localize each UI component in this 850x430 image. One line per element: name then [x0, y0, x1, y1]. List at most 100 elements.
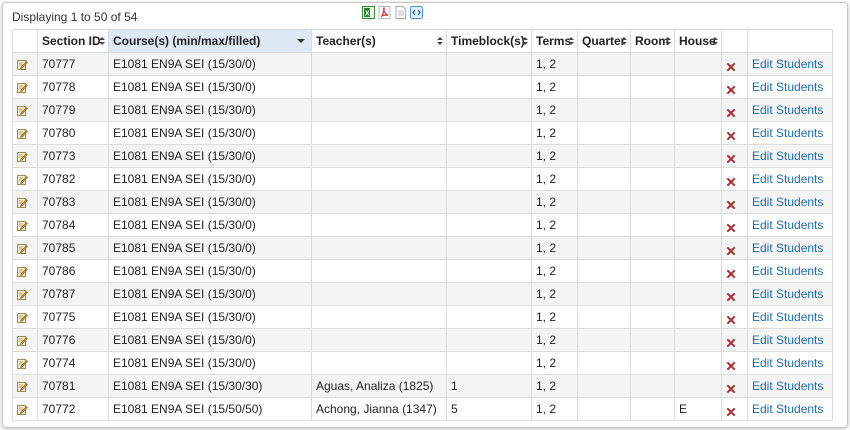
header-terms[interactable]: Terms	[531, 29, 578, 53]
edit-icon[interactable]	[17, 220, 28, 232]
edit-row-cell[interactable]	[12, 144, 38, 168]
header-quarter[interactable]: Quarter	[577, 29, 631, 53]
edit-students-link[interactable]: Edit Students	[752, 103, 823, 117]
edit-icon[interactable]	[17, 105, 28, 117]
delete-cell[interactable]	[721, 236, 748, 260]
edit-icon[interactable]	[17, 82, 28, 94]
edit-students-link[interactable]: Edit Students	[752, 57, 823, 71]
delete-icon[interactable]	[726, 130, 736, 141]
edit-icon[interactable]	[17, 289, 28, 301]
delete-icon[interactable]	[726, 84, 736, 95]
edit-icon[interactable]	[17, 197, 28, 209]
header-house[interactable]: House	[674, 29, 722, 53]
delete-cell[interactable]	[721, 190, 748, 214]
edit-students-link[interactable]: Edit Students	[752, 195, 823, 209]
delete-cell[interactable]	[721, 213, 748, 237]
delete-icon[interactable]	[726, 291, 736, 302]
edit-icon[interactable]	[17, 312, 28, 324]
delete-icon[interactable]	[726, 107, 736, 118]
delete-icon[interactable]	[726, 222, 736, 233]
delete-icon[interactable]	[726, 268, 736, 279]
delete-cell[interactable]	[721, 52, 748, 76]
excel-export-icon[interactable]: X	[362, 6, 375, 19]
edit-row-cell[interactable]	[12, 397, 38, 421]
delete-icon[interactable]	[726, 61, 736, 72]
edit-row-cell[interactable]	[12, 213, 38, 237]
edit-icon[interactable]	[17, 335, 28, 347]
edit-icon[interactable]	[17, 381, 28, 393]
delete-cell[interactable]	[721, 259, 748, 283]
delete-icon[interactable]	[726, 199, 736, 210]
table-row: 70772 E1081 EN9A SEI (15/50/50) Achong, Ji…	[12, 397, 833, 421]
edit-students-link[interactable]: Edit Students	[752, 218, 823, 232]
edit-row-cell[interactable]	[12, 282, 38, 306]
edit-students-link[interactable]: Edit Students	[752, 264, 823, 278]
delete-cell[interactable]	[721, 328, 748, 352]
header-section-id[interactable]: Section ID	[37, 29, 109, 53]
header-room[interactable]: Room	[630, 29, 675, 53]
delete-cell[interactable]	[721, 144, 748, 168]
edit-students-link[interactable]: Edit Students	[752, 149, 823, 163]
edit-row-cell[interactable]	[12, 167, 38, 191]
cell-room	[630, 259, 675, 283]
delete-cell[interactable]	[721, 374, 748, 398]
header-teachers[interactable]: Teacher(s)	[311, 29, 447, 53]
edit-icon[interactable]	[17, 128, 28, 140]
delete-icon[interactable]	[726, 337, 736, 348]
edit-row-cell[interactable]	[12, 236, 38, 260]
delete-cell[interactable]	[721, 305, 748, 329]
xml-export-icon[interactable]	[410, 6, 423, 19]
cell-terms: 1, 2	[531, 397, 578, 421]
sort-desc-icon	[297, 39, 305, 43]
delete-cell[interactable]	[721, 282, 748, 306]
edit-row-cell[interactable]	[12, 259, 38, 283]
delete-icon[interactable]	[726, 245, 736, 256]
delete-cell[interactable]	[721, 98, 748, 122]
table-row: 70777 E1081 EN9A SEI (15/30/0) 1, 2 Edit St…	[12, 52, 833, 76]
edit-icon[interactable]	[17, 59, 28, 71]
edit-students-link[interactable]: Edit Students	[752, 356, 823, 370]
edit-row-cell[interactable]	[12, 190, 38, 214]
edit-icon[interactable]	[17, 151, 28, 163]
delete-cell[interactable]	[721, 397, 748, 421]
edit-icon[interactable]	[17, 243, 28, 255]
edit-row-cell[interactable]	[12, 328, 38, 352]
pdf-export-icon[interactable]	[378, 6, 391, 19]
header-timeblock[interactable]: Timeblock(s)	[446, 29, 532, 53]
edit-students-link[interactable]: Edit Students	[752, 333, 823, 347]
edit-row-cell[interactable]	[12, 75, 38, 99]
edit-icon[interactable]	[17, 358, 28, 370]
delete-cell[interactable]	[721, 121, 748, 145]
edit-students-link[interactable]: Edit Students	[752, 241, 823, 255]
delete-cell[interactable]	[721, 75, 748, 99]
delete-icon[interactable]	[726, 406, 736, 417]
edit-students-link[interactable]: Edit Students	[752, 126, 823, 140]
cell-timeblock	[446, 282, 532, 306]
edit-students-link[interactable]: Edit Students	[752, 310, 823, 324]
edit-row-cell[interactable]	[12, 305, 38, 329]
edit-students-link[interactable]: Edit Students	[752, 172, 823, 186]
edit-icon[interactable]	[17, 174, 28, 186]
text-export-icon[interactable]	[394, 6, 407, 19]
header-courses[interactable]: Course(s) (min/max/filled)	[108, 29, 312, 53]
edit-row-cell[interactable]	[12, 374, 38, 398]
delete-cell[interactable]	[721, 167, 748, 191]
delete-icon[interactable]	[726, 360, 736, 371]
cell-terms: 1, 2	[531, 167, 578, 191]
edit-students-link[interactable]: Edit Students	[752, 287, 823, 301]
cell-course: E1081 EN9A SEI (15/30/0)	[108, 98, 312, 122]
edit-icon[interactable]	[17, 266, 28, 278]
delete-icon[interactable]	[726, 383, 736, 394]
edit-row-cell[interactable]	[12, 351, 38, 375]
delete-cell[interactable]	[721, 351, 748, 375]
delete-icon[interactable]	[726, 153, 736, 164]
edit-students-link[interactable]: Edit Students	[752, 379, 823, 393]
edit-row-cell[interactable]	[12, 121, 38, 145]
delete-icon[interactable]	[726, 314, 736, 325]
edit-row-cell[interactable]	[12, 52, 38, 76]
edit-row-cell[interactable]	[12, 98, 38, 122]
delete-icon[interactable]	[726, 176, 736, 187]
edit-students-link[interactable]: Edit Students	[752, 402, 823, 416]
edit-students-link[interactable]: Edit Students	[752, 80, 823, 94]
edit-icon[interactable]	[17, 404, 28, 416]
